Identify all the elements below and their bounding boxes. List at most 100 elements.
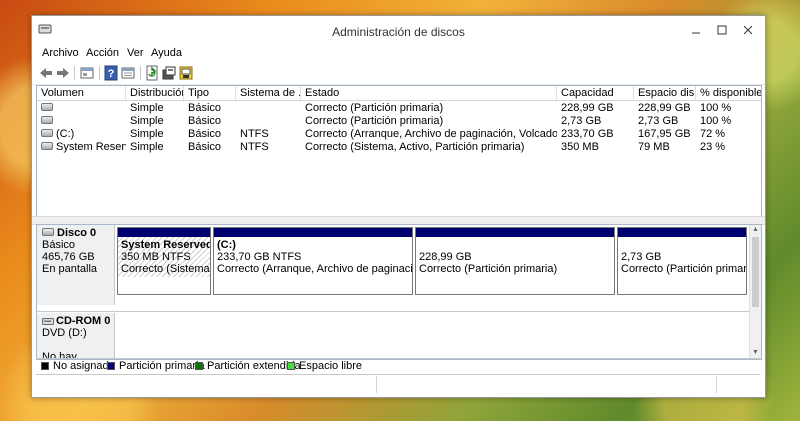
partition-body: 2,73 GB Correcto (Partición primaria) (618, 237, 746, 277)
toolbar-separator (74, 66, 75, 80)
type-cell: Básico (188, 102, 222, 114)
title-bar[interactable]: Administración de discos (32, 16, 765, 44)
legend-swatch-primary (107, 362, 115, 370)
legend-swatch-free (287, 362, 295, 370)
disk-management-window: Administración de discos Archivo Acción … (31, 15, 766, 398)
disk-0-status: En pantalla (42, 263, 98, 275)
column-header-espacio[interactable]: Espacio dis... (634, 86, 696, 101)
primary-partition-bar (416, 228, 614, 237)
drive-icon (41, 142, 53, 151)
list-view-icon[interactable] (120, 65, 136, 81)
partition-3[interactable]: 228,99 GB Correcto (Partición primaria) (415, 227, 615, 295)
layout-cell: Simple (130, 128, 164, 140)
cd-drive-icon (42, 318, 54, 326)
partition-title: System Reserved (121, 239, 210, 251)
back-arrow-icon[interactable] (38, 65, 54, 81)
column-header-volumen[interactable]: Volumen (37, 86, 126, 101)
legend-swatch-extended (195, 362, 203, 370)
minimize-button[interactable] (683, 20, 709, 40)
capacity-cell: 228,99 GB (561, 102, 614, 114)
drive-icon (41, 116, 53, 125)
volume-list: Volumen Distribución Tipo Sistema de ...… (36, 85, 762, 217)
filesystem-cell: NTFS (240, 128, 269, 140)
partition-status: Correcto (Arranque, Archivo de paginació… (217, 263, 412, 275)
toolbar: ? (32, 62, 765, 85)
partition-title: (C:) (217, 239, 236, 251)
partition-status: Correcto (Partición primaria) (419, 263, 558, 275)
partition-system-reserved[interactable]: System Reserved 350 MB NTFS Correcto (Si… (117, 227, 211, 295)
disk-graphical-view: Disco 0 Básico 465,76 GB En pantalla Sys… (36, 224, 762, 360)
filesystem-cell (236, 115, 301, 128)
partition-body: 228,99 GB Correcto (Partición primaria) (416, 237, 614, 277)
percent-free-cell: 23 % (700, 141, 726, 153)
status-cell: Correcto (Partición primaria) (305, 115, 444, 127)
partition-status: Correcto (Partición primaria) (621, 263, 746, 275)
cdrom-0-title: CD-ROM 0 (42, 315, 114, 327)
free-space-cell: 79 MB (638, 141, 670, 153)
type-cell: Básico (188, 141, 222, 153)
disk-0-name: Disco 0 (57, 227, 97, 239)
table-row[interactable]: Simple Básico Correcto (Partición primar… (37, 102, 761, 115)
scroll-up-arrow-icon[interactable]: ▲ (752, 226, 759, 234)
primary-partition-bar (118, 228, 210, 237)
column-header-sistema[interactable]: Sistema de ... (236, 86, 301, 101)
format-icon[interactable] (178, 65, 194, 81)
table-row[interactable]: Simple Básico Correcto (Partición primar… (37, 115, 761, 128)
partition-body: System Reserved 350 MB NTFS Correcto (Si… (118, 237, 210, 277)
status-bar (36, 374, 760, 395)
percent-free-cell: 100 % (700, 102, 732, 114)
help-icon[interactable]: ? (103, 65, 119, 81)
free-space-cell: 2,73 GB (638, 115, 679, 127)
volume-name: (C:) (56, 128, 75, 140)
percent-free-cell: 100 % (700, 115, 732, 127)
partition-legend: No asignado Partición primaria Partición… (36, 358, 760, 373)
partition-title (419, 239, 611, 251)
column-header-tipo[interactable]: Tipo (184, 86, 236, 101)
partition-body: (C:) 233,70 GB NTFS Correcto (Arranque, … (214, 237, 412, 277)
column-header-capacidad[interactable]: Capacidad (557, 86, 634, 101)
column-header-distribucion[interactable]: Distribución (126, 86, 184, 101)
menu-ver[interactable]: Ver (127, 47, 144, 59)
disk-0-type: Básico (42, 239, 76, 251)
partition-4[interactable]: 2,73 GB Correcto (Partición primaria) (617, 227, 747, 295)
refresh-icon[interactable] (144, 65, 160, 81)
capacity-cell: 233,70 GB (561, 128, 614, 140)
free-space-cell: 228,99 GB (638, 102, 691, 114)
close-button[interactable] (735, 20, 761, 40)
type-cell: Básico (188, 115, 222, 127)
svg-text:?: ? (108, 68, 115, 80)
menu-accion[interactable]: Acción (86, 47, 119, 59)
type-cell: Básico (188, 128, 222, 140)
capacity-cell: 2,73 GB (561, 115, 602, 127)
partition-size: 233,70 GB NTFS (217, 251, 302, 263)
maximize-icon (717, 25, 727, 35)
scroll-down-arrow-icon[interactable]: ▼ (752, 349, 759, 357)
toolbar-separator (140, 66, 141, 80)
primary-partition-bar (618, 228, 746, 237)
partition-size: 228,99 GB (419, 251, 472, 263)
properties-view-icon[interactable] (79, 65, 95, 81)
console-icon[interactable] (161, 65, 177, 81)
maximize-button[interactable] (709, 20, 735, 40)
menu-archivo[interactable]: Archivo (42, 47, 79, 59)
primary-partition-bar (214, 228, 412, 237)
status-cell-secondary (376, 376, 717, 393)
scroll-thumb[interactable] (752, 237, 759, 307)
vertical-scrollbar[interactable]: ▲ ▼ (749, 225, 761, 359)
table-row[interactable]: System Reserved Simple Básico NTFS Corre… (37, 141, 761, 154)
table-row[interactable]: (C:) Simple Básico NTFS Correcto (Arranq… (37, 128, 761, 141)
volume-name: System Reserved (56, 141, 126, 153)
volume-name-cell (37, 115, 126, 128)
forward-arrow-icon[interactable] (55, 65, 71, 81)
cdrom-0-label[interactable]: CD-ROM 0 DVD (D:) No hay medios (37, 313, 115, 359)
legend-label-unallocated: No asignado (53, 360, 115, 372)
column-header-porcentaje[interactable]: % disponible (696, 86, 761, 101)
cdrom-0-spacer (42, 339, 114, 351)
volume-name-cell: (C:) (37, 128, 126, 141)
disk-0-label[interactable]: Disco 0 Básico 465,76 GB En pantalla (37, 225, 115, 305)
partition-c[interactable]: (C:) 233,70 GB NTFS Correcto (Arranque, … (213, 227, 413, 295)
menu-ayuda[interactable]: Ayuda (151, 47, 182, 59)
column-header-estado[interactable]: Estado (301, 86, 557, 101)
legend-swatch-unallocated (41, 362, 49, 370)
legend-label-free: Espacio libre (299, 360, 362, 372)
